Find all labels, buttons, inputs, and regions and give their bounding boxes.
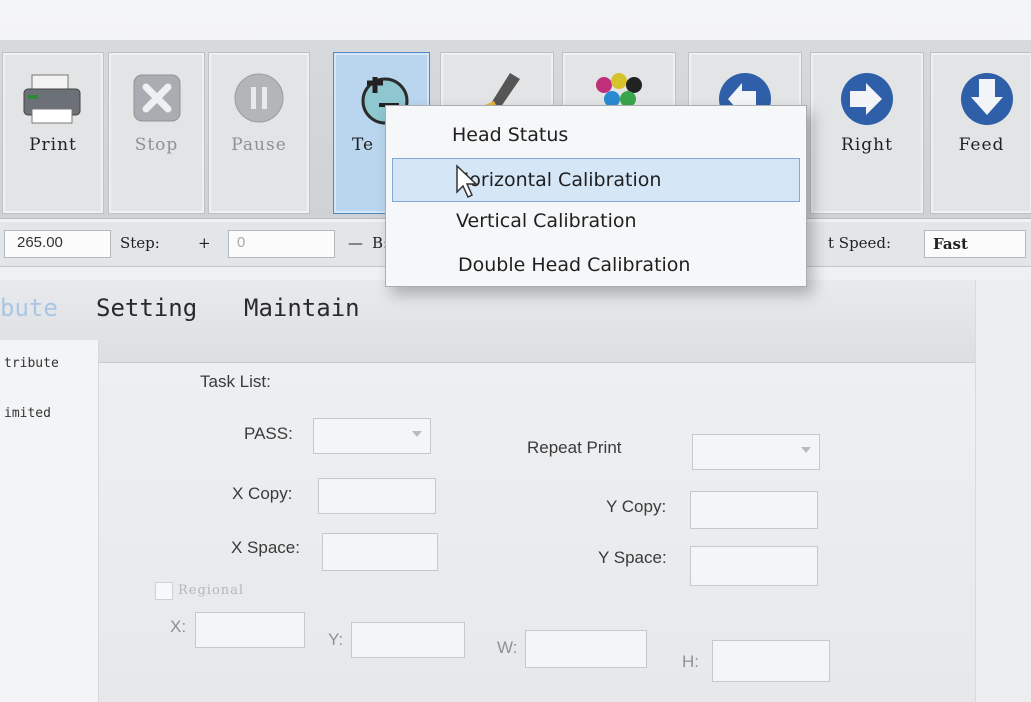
feed-down-arrow-icon [960, 73, 1013, 125]
repeat-print-select[interactable] [692, 434, 820, 470]
right-button[interactable]: Right [810, 52, 924, 214]
task-list-label: Task List: [200, 372, 271, 391]
tab-setting[interactable]: Setting [96, 294, 197, 322]
x-space-label: X Space: [231, 538, 300, 557]
print-label: Print [29, 135, 77, 155]
y-label: Y: [328, 630, 344, 649]
speed-label: t Speed: [828, 234, 892, 252]
menu-item-horizontal-calibration[interactable]: Horizontal Calibration [392, 158, 800, 202]
menu-item-label: Vertical Calibration [456, 210, 637, 232]
step-field[interactable]: 0 [228, 230, 335, 258]
y-copy-field[interactable] [690, 491, 818, 529]
step-plus-button[interactable]: + [198, 234, 211, 252]
chevron-down-icon [801, 447, 811, 453]
pause-button[interactable]: Pause [208, 52, 310, 214]
regional-label: Regional [178, 583, 245, 598]
right-arrow-icon [841, 73, 893, 125]
menu-item-vertical-calibration[interactable]: Vertical Calibration [392, 200, 800, 242]
list-item[interactable]: imited [4, 406, 51, 421]
menu-item-label: Double Head Calibration [458, 254, 691, 276]
step-minus-button[interactable]: — [348, 234, 363, 252]
y-space-field[interactable] [690, 546, 818, 586]
y-space-label: Y Space: [598, 548, 667, 567]
h-label: H: [682, 652, 699, 671]
y-copy-label: Y Copy: [606, 497, 667, 516]
feed-button[interactable]: Feed [930, 52, 1031, 214]
stop-label: Stop [134, 135, 179, 155]
printer-icon [23, 74, 81, 124]
right-pane [975, 280, 1031, 702]
region-x-field[interactable] [195, 612, 305, 648]
menu-item-double-head-calibration[interactable]: Double Head Calibration [392, 244, 800, 286]
repeat-print-label: Repeat Print [527, 438, 622, 457]
screen: Print Stop Pause Te Right Feed 265.00 St… [0, 0, 1031, 702]
speed-value: Fast [933, 235, 968, 253]
right-label: Right [841, 135, 893, 155]
regional-checkbox[interactable] [155, 582, 173, 600]
pass-select[interactable] [313, 418, 431, 454]
region-h-field[interactable] [712, 640, 830, 682]
position-field[interactable]: 265.00 [4, 230, 111, 258]
position-value: 265.00 [17, 234, 63, 251]
step-label: Step: [120, 234, 160, 252]
pass-label: PASS: [244, 424, 293, 443]
speed-select[interactable]: Fast [924, 230, 1026, 258]
stop-button[interactable]: Stop [108, 52, 205, 214]
feed-label: Feed [958, 135, 1005, 155]
mouse-cursor-icon [456, 164, 478, 199]
w-label: W: [497, 638, 518, 657]
menu-item-label: Head Status [452, 124, 569, 146]
pause-label: Pause [231, 135, 287, 155]
x-space-field[interactable] [322, 533, 438, 571]
x-copy-field[interactable] [318, 478, 436, 514]
region-w-field[interactable] [525, 630, 647, 668]
menu-item-head-status[interactable]: Head Status [392, 114, 800, 156]
x-copy-label: X Copy: [232, 484, 293, 503]
pause-icon [234, 73, 284, 123]
tab-maintain[interactable]: Maintain [244, 294, 360, 322]
stop-x-icon [133, 74, 180, 122]
print-button[interactable]: Print [2, 52, 104, 214]
list-item[interactable]: tribute [4, 356, 59, 371]
tab-attribute[interactable]: bute [0, 294, 58, 322]
region-y-field[interactable] [351, 622, 465, 658]
test-dropdown-menu: Head Status Horizontal Calibration Verti… [385, 105, 807, 287]
left-list: tribute imited [0, 340, 99, 702]
chevron-down-icon [412, 431, 422, 437]
tab-bar: bute Setting Maintain [0, 280, 975, 363]
step-value: 0 [237, 234, 246, 251]
x-label: X: [170, 617, 187, 636]
menu-item-label: Horizontal Calibration [455, 169, 662, 191]
